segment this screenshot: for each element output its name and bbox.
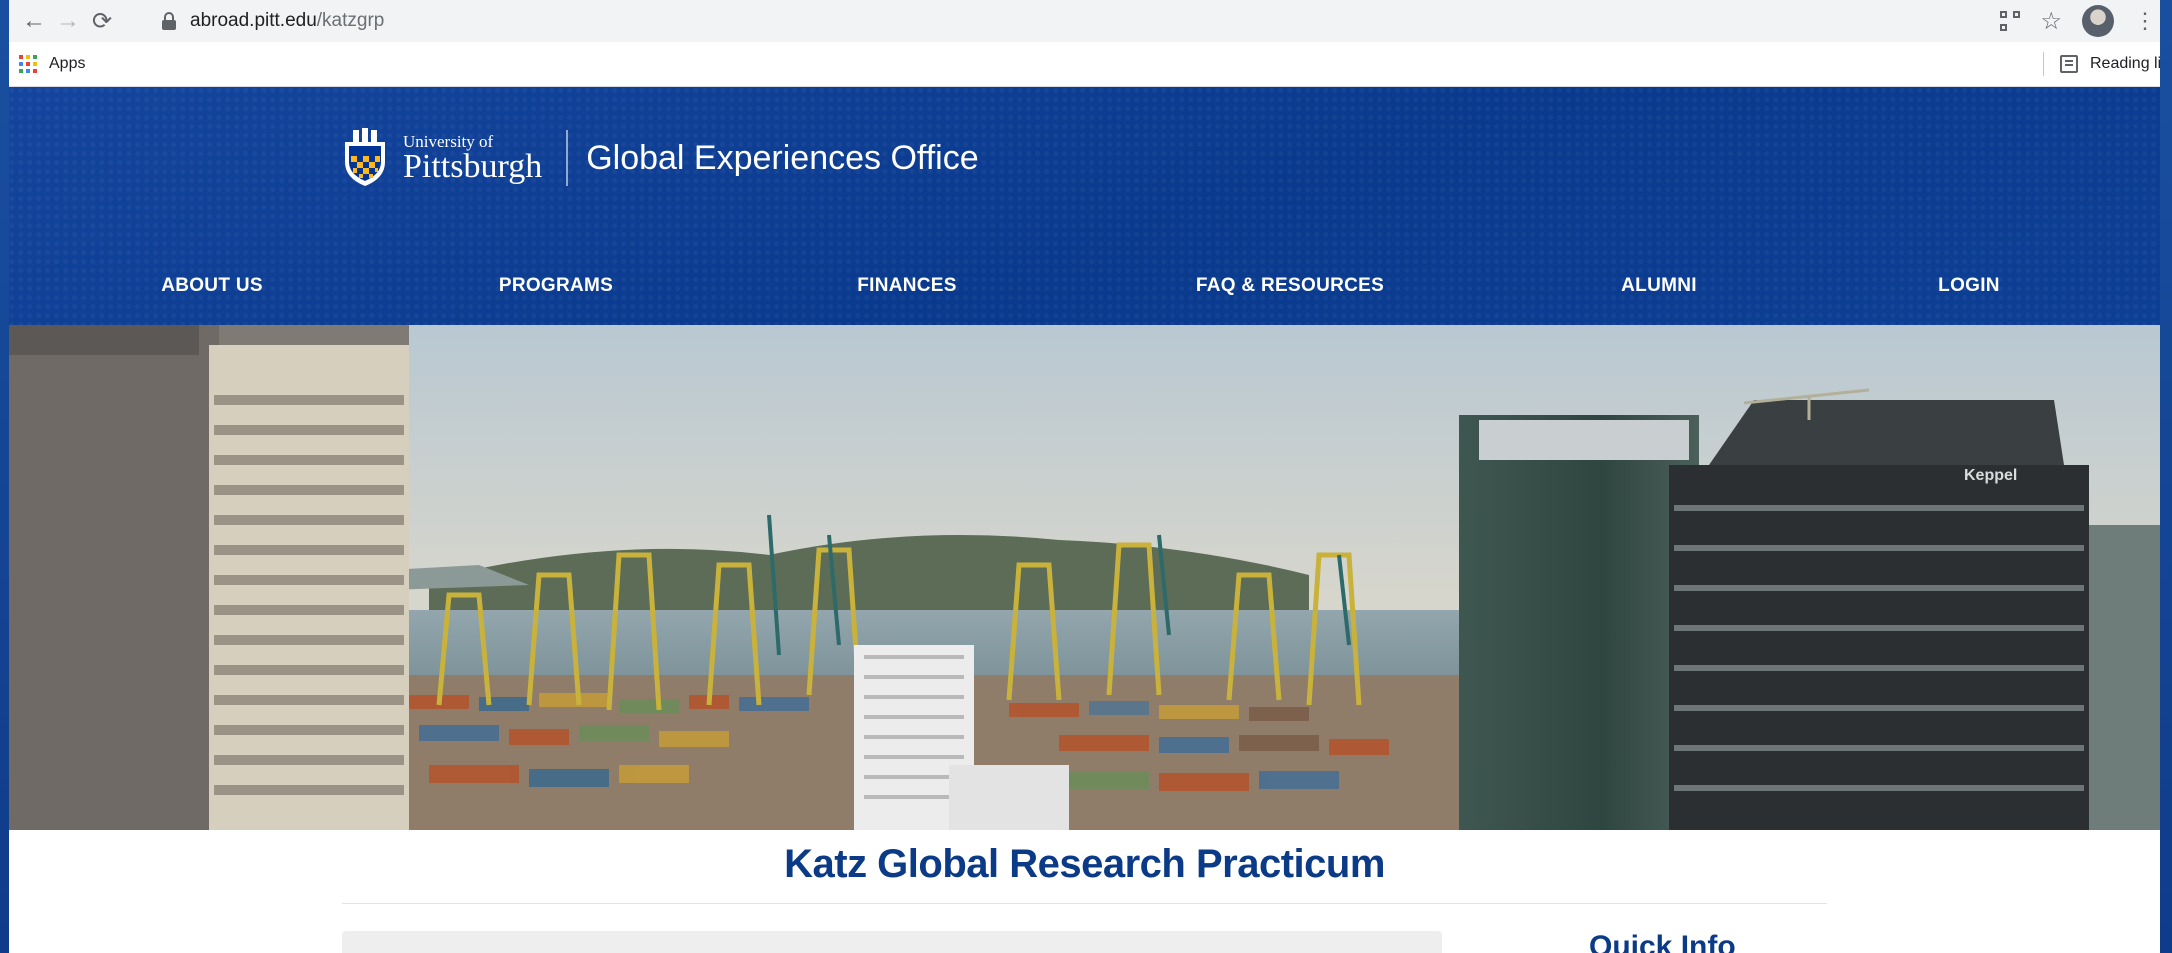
nav-alumni[interactable]: ALUMNI — [1621, 275, 1697, 297]
nav-login[interactable]: LOGIN — [1938, 275, 2000, 297]
pitt-shield-icon — [345, 128, 385, 186]
url-path: /katzgrp — [316, 10, 385, 31]
quick-info-heading: Quick Info — [1589, 930, 1736, 953]
site-header: University of Pittsburgh Global Experien… — [9, 87, 2160, 325]
apps-grid-icon[interactable] — [19, 55, 37, 73]
program-info-panel — [342, 931, 1442, 953]
nav-programs[interactable]: PROGRAMS — [499, 275, 613, 297]
address-bar[interactable]: abroad.pitt.edu/katzgrp — [144, 4, 2014, 38]
university-wordmark: University of Pittsburgh — [403, 133, 542, 184]
url-host: abroad.pitt.edu — [190, 10, 317, 31]
nav-about-us[interactable]: ABOUT US — [161, 275, 263, 297]
browser-toolbar: ← → ⟳ abroad.pitt.edu/katzgrp ☆ ⋮ — [9, 0, 2160, 42]
university-of-text: University of — [403, 131, 494, 151]
office-title: Global Experiences Office — [586, 138, 979, 177]
bookmarks-divider — [2043, 52, 2044, 76]
reading-list-button[interactable]: Reading list — [2090, 55, 2160, 73]
nav-faq-resources[interactable]: FAQ & RESOURCES — [1196, 275, 1384, 297]
bookmark-star-icon[interactable]: ☆ — [2040, 7, 2062, 36]
profile-avatar[interactable] — [2082, 5, 2114, 37]
site-logo[interactable]: University of Pittsburgh Global Experien… — [341, 125, 979, 191]
hero-image: Keppel — [9, 325, 2160, 830]
reload-icon[interactable]: ⟳ — [85, 4, 119, 38]
nav-finances[interactable]: FINANCES — [857, 275, 957, 297]
pittsburgh-text: Pittsburgh — [403, 147, 543, 185]
keppel-sign: Keppel — [1964, 467, 2017, 484]
browser-window: ← → ⟳ abroad.pitt.edu/katzgrp ☆ ⋮ Apps R… — [9, 0, 2160, 953]
reading-list-icon[interactable] — [2060, 55, 2078, 73]
title-divider — [342, 903, 1827, 904]
lock-icon[interactable] — [162, 12, 176, 30]
logo-divider — [566, 130, 569, 186]
port-skyline-illustration: Keppel — [9, 325, 2160, 830]
bookmarks-bar: Apps Reading list — [9, 42, 2160, 87]
forward-arrow-icon[interactable]: → — [51, 4, 85, 38]
main-navigation: ABOUT US PROGRAMS FINANCES FAQ & RESOURC… — [9, 275, 2160, 299]
back-arrow-icon[interactable]: ← — [17, 4, 51, 38]
qr-code-icon[interactable] — [2000, 11, 2021, 31]
menu-kebab-icon[interactable]: ⋮ — [2134, 8, 2156, 34]
page-content: Katz Global Research Practicum Quick Inf… — [9, 830, 2160, 953]
apps-bookmark[interactable]: Apps — [49, 55, 85, 73]
page-title: Katz Global Research Practicum — [784, 842, 1385, 886]
